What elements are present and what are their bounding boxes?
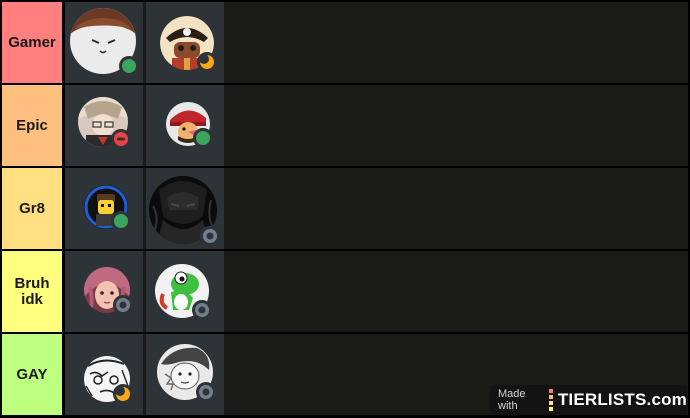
- tier-items-gr8[interactable]: [65, 168, 688, 249]
- tier-items-epic[interactable]: [65, 85, 688, 166]
- tier-label-epic[interactable]: Epic: [2, 85, 62, 166]
- do-not-disturb-status-icon: [111, 129, 131, 149]
- idle-status-icon: [113, 384, 133, 404]
- tier-item[interactable]: [65, 2, 143, 83]
- watermark-prefix: Made with: [498, 388, 526, 412]
- tier-items-gamer[interactable]: [65, 2, 688, 83]
- tierlists-watermark[interactable]: Made with TIERLISTS.com: [490, 385, 687, 415]
- tier-board: Gamer Epic Gr8 Bruh idk GAY Made with TI…: [0, 0, 690, 418]
- tier-label-gr8[interactable]: Gr8: [2, 168, 62, 249]
- online-status-icon: [193, 128, 213, 148]
- tier-row-bruh-idk: Bruh idk: [0, 251, 690, 332]
- tier-item[interactable]: [146, 334, 224, 415]
- tier-item[interactable]: [65, 251, 143, 332]
- offline-status-icon: [192, 300, 212, 320]
- online-status-icon: [111, 211, 131, 231]
- offline-status-icon: [200, 226, 220, 246]
- online-status-icon: [119, 56, 139, 76]
- tier-row-epic: Epic: [0, 85, 690, 166]
- tier-label-gamer[interactable]: Gamer: [2, 2, 62, 83]
- watermark-brand: TIERLISTS.com: [557, 390, 687, 409]
- tier-item[interactable]: [146, 2, 224, 83]
- tier-row-gamer: Gamer: [0, 2, 690, 83]
- tier-item[interactable]: [65, 85, 143, 166]
- tierlists-logo-icon: [548, 389, 553, 411]
- offline-status-icon: [196, 382, 216, 402]
- tier-item[interactable]: [65, 334, 143, 415]
- tier-row-gr8: Gr8: [0, 168, 690, 249]
- tier-item[interactable]: [65, 168, 143, 249]
- tier-item[interactable]: [146, 251, 224, 332]
- tier-label-bruh-idk[interactable]: Bruh idk: [2, 251, 62, 332]
- idle-status-icon: [197, 52, 217, 72]
- tier-item[interactable]: [146, 168, 224, 249]
- offline-status-icon: [113, 295, 133, 315]
- tier-label-gay[interactable]: GAY: [2, 334, 62, 415]
- tier-items-bruh-idk[interactable]: [65, 251, 688, 332]
- tier-item[interactable]: [146, 85, 224, 166]
